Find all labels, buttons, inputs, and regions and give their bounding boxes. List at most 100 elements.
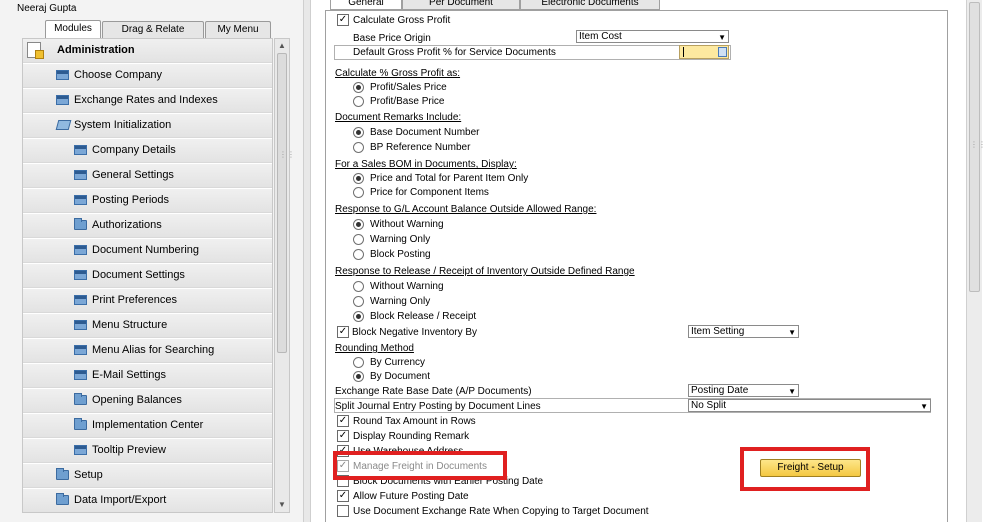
block-negative-value: Item Setting xyxy=(691,326,745,337)
calculator-icon[interactable] xyxy=(718,47,727,57)
tree-item-setup[interactable]: Setup xyxy=(23,464,272,488)
tree-item-company-details[interactable]: Company Details xyxy=(23,139,272,163)
tree-item-label: Choose Company xyxy=(74,69,163,81)
tab-general[interactable]: General xyxy=(330,0,402,10)
gl-warning-only-label: Warning Only xyxy=(370,234,431,245)
exchange-rate-select[interactable]: Posting Date ▼ xyxy=(688,384,799,397)
split-journal-value: No Split xyxy=(691,400,727,411)
panel-splitter[interactable] xyxy=(303,0,311,522)
tree-item-implementation-center[interactable]: Implementation Center xyxy=(23,414,272,438)
tree-item-email-settings[interactable]: E-Mail Settings xyxy=(23,364,272,388)
parent-item-radio[interactable] xyxy=(353,173,364,184)
rounding-header: Rounding Method xyxy=(335,343,414,354)
by-currency-radio[interactable] xyxy=(353,357,364,368)
split-journal-label: Split Journal Entry Posting by Document … xyxy=(335,401,541,412)
freight-setup-button[interactable]: Freight - Setup xyxy=(760,459,861,477)
base-price-origin-value: Item Cost xyxy=(579,31,622,42)
base-price-origin-select[interactable]: Item Cost ▼ xyxy=(576,30,729,43)
tree-item-label: Tooltip Preview xyxy=(92,444,166,456)
split-journal-select[interactable]: No Split ▼ xyxy=(688,399,931,412)
component-items-label: Price for Component Items xyxy=(370,187,489,198)
profit-sales-radio[interactable] xyxy=(353,82,364,93)
inv-without-warning-radio[interactable] xyxy=(353,281,364,292)
tree-item-document-settings[interactable]: Document Settings xyxy=(23,264,272,288)
tree-item-general-settings[interactable]: General Settings xyxy=(23,164,272,188)
tree-item-print-preferences[interactable]: Print Preferences xyxy=(23,289,272,313)
window-icon xyxy=(74,195,87,205)
base-doc-number-label: Base Document Number xyxy=(370,127,480,138)
tree-item-opening-balances[interactable]: Opening Balances xyxy=(23,389,272,413)
modules-panel: Neeraj Gupta Modules Drag & Relate My Me… xyxy=(0,0,303,522)
window-icon xyxy=(74,320,87,330)
tree-item-choose-company[interactable]: Choose Company xyxy=(23,64,272,88)
default-gp-label: Default Gross Profit % for Service Docum… xyxy=(353,47,556,58)
tree-item-label: Print Preferences xyxy=(92,294,177,306)
tree-item-label: E-Mail Settings xyxy=(92,369,166,381)
scroll-thumb[interactable] xyxy=(277,53,287,353)
tree-item-label: Authorizations xyxy=(92,219,162,231)
tree-item-exchange-rates[interactable]: Exchange Rates and Indexes xyxy=(23,89,272,113)
gl-block-posting-radio[interactable] xyxy=(353,249,364,260)
chevron-down-icon: ▼ xyxy=(788,387,796,396)
tab-electronic-documents[interactable]: Electronic Documents xyxy=(520,0,660,10)
allow-future-date-label: Allow Future Posting Date xyxy=(353,491,469,502)
tab-per-document[interactable]: Per Document xyxy=(402,0,520,10)
tree-item-data-import-export[interactable]: Data Import/Export xyxy=(23,489,272,512)
tree-item-tooltip-preview[interactable]: Tooltip Preview xyxy=(23,439,272,463)
calc-pct-header: Calculate % Gross Profit as: xyxy=(335,68,461,79)
block-negative-checkbox[interactable]: ✓ xyxy=(337,326,349,338)
gl-warning-only-radio[interactable] xyxy=(353,234,364,245)
tree-item-label: Administration xyxy=(57,44,135,56)
calc-gross-profit-checkbox[interactable]: ✓ xyxy=(337,14,349,26)
round-tax-checkbox[interactable]: ✓ xyxy=(337,415,349,427)
default-gp-input[interactable] xyxy=(679,45,729,59)
tree-item-administration[interactable]: Administration xyxy=(23,39,272,63)
inv-warning-only-radio[interactable] xyxy=(353,296,364,307)
scroll-down-icon[interactable]: ▼ xyxy=(278,500,286,509)
bp-ref-number-radio[interactable] xyxy=(353,142,364,153)
profit-base-radio[interactable] xyxy=(353,96,364,107)
inv-block-release-radio[interactable] xyxy=(353,311,364,322)
folder-icon xyxy=(56,468,69,480)
window-icon xyxy=(74,270,87,280)
profit-base-label: Profit/Base Price xyxy=(370,96,445,107)
component-items-radio[interactable] xyxy=(353,187,364,198)
scroll-up-icon[interactable]: ▲ xyxy=(278,41,286,50)
tree-item-posting-periods[interactable]: Posting Periods xyxy=(23,189,272,213)
chevron-down-icon: ▼ xyxy=(920,402,928,411)
inv-warning-only-label: Warning Only xyxy=(370,296,431,307)
block-negative-select[interactable]: Item Setting ▼ xyxy=(688,325,799,338)
tree-item-menu-alias[interactable]: Menu Alias for Searching xyxy=(23,339,272,363)
doc-exchange-rate-label: Use Document Exchange Rate When Copying … xyxy=(353,506,649,517)
tree-item-label: Implementation Center xyxy=(92,419,204,431)
window-icon xyxy=(74,170,87,180)
tree-item-authorizations[interactable]: Authorizations xyxy=(23,214,272,238)
tree-item-label: Menu Structure xyxy=(92,319,168,331)
window-icon xyxy=(56,95,69,105)
folder-icon xyxy=(74,393,87,405)
allow-future-date-checkbox[interactable]: ✓ xyxy=(337,490,349,502)
tree-item-system-initialization[interactable]: System Initialization xyxy=(23,114,272,138)
tab-drag-relate[interactable]: Drag & Relate xyxy=(102,21,204,38)
exchange-rate-label: Exchange Rate Base Date (A/P Documents) xyxy=(335,386,532,397)
gl-without-warning-radio[interactable] xyxy=(353,219,364,230)
tab-my-menu[interactable]: My Menu xyxy=(205,21,271,38)
by-currency-label: By Currency xyxy=(370,357,426,368)
exchange-rate-value: Posting Date xyxy=(691,385,749,396)
remarks-header: Document Remarks Include: xyxy=(335,112,462,123)
tree-item-document-numbering[interactable]: Document Numbering xyxy=(23,239,272,263)
tab-modules[interactable]: Modules xyxy=(45,20,101,38)
tree-scrollbar[interactable]: ▲ ▼ xyxy=(274,38,290,513)
display-rounding-checkbox[interactable]: ✓ xyxy=(337,430,349,442)
form-scrollbar[interactable]: ⋮⋮ xyxy=(966,0,986,522)
by-document-radio[interactable] xyxy=(353,371,364,382)
tree-item-label: Posting Periods xyxy=(92,194,170,206)
doc-exchange-rate-checkbox[interactable] xyxy=(337,505,349,517)
display-rounding-label: Display Rounding Remark xyxy=(353,431,470,442)
gl-response-header: Response to G/L Account Balance Outside … xyxy=(335,204,597,215)
window-icon xyxy=(74,370,87,380)
tree-item-menu-structure[interactable]: Menu Structure xyxy=(23,314,272,338)
folder-icon xyxy=(56,493,69,505)
by-document-label: By Document xyxy=(370,371,431,382)
base-doc-number-radio[interactable] xyxy=(353,127,364,138)
